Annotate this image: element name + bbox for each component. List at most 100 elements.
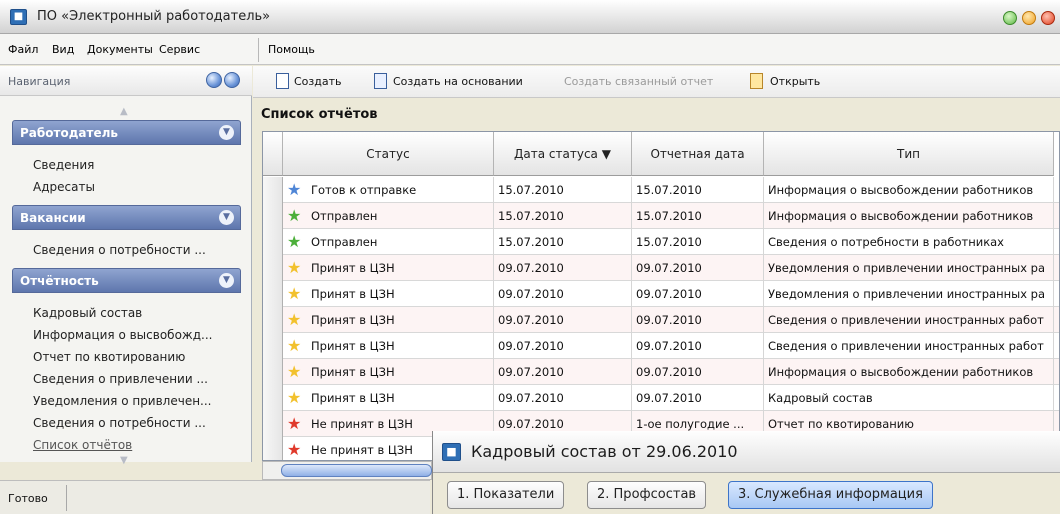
table-row[interactable]: ★ Отправлен 15.07.2010 15.07.2010 Информация…	[263, 203, 1059, 229]
nav-item-foreign-info[interactable]: Сведения о привлечении ...	[33, 372, 208, 386]
status-date-cell: 09.07.2010	[494, 281, 632, 307]
status-date-cell: 15.07.2010	[494, 203, 632, 229]
status-text: Готово	[8, 492, 48, 505]
status-accepted-star-icon: ★	[287, 388, 302, 407]
table-row[interactable]: ★ Принят в ЦЗН 09.07.2010 09.07.2010 Информа…	[263, 359, 1059, 385]
status-accepted-star-icon: ★	[287, 284, 302, 303]
type-cell: Кадровый состав	[764, 385, 1054, 411]
type-cell: Уведомления о привлечении иностранных ра	[764, 255, 1054, 281]
open-button[interactable]: Открыть	[770, 75, 820, 88]
nav-collapse-icon[interactable]	[206, 72, 222, 88]
menu-separator	[258, 38, 259, 62]
status-accepted-star-icon: ★	[287, 310, 302, 329]
dialog-title-bar: ■ Кадровый состав от 29.06.2010	[433, 431, 1060, 473]
row-header[interactable]	[263, 359, 283, 385]
status-date-cell: 09.07.2010	[494, 255, 632, 281]
nav-item-foreign-notice[interactable]: Уведомления о привлечен...	[33, 394, 212, 408]
report-date-cell: 09.07.2010	[632, 281, 764, 307]
column-header-type[interactable]: Тип	[764, 132, 1054, 176]
menu-view[interactable]: Вид	[52, 43, 74, 56]
column-header-status[interactable]: Статус	[283, 132, 494, 176]
nav-item-staff[interactable]: Кадровый состав	[33, 306, 142, 320]
create-linked-report-button[interactable]: Создать связанный отчет	[564, 75, 713, 88]
status-cell: ★ Принят в ЦЗН	[283, 255, 494, 281]
nav-item-vacancy-needs[interactable]: Сведения о потребности ...	[33, 243, 206, 257]
nav-item-release-info[interactable]: Информация о высвобожд...	[33, 328, 212, 342]
status-date-cell: 15.07.2010	[494, 177, 632, 203]
navigation-header: Навигация	[0, 66, 252, 96]
report-date-cell: 15.07.2010	[632, 229, 764, 255]
create-based-button[interactable]: Создать на основании	[393, 75, 523, 88]
column-header-report-date[interactable]: Отчетная дата	[632, 132, 764, 176]
chevron-down-icon[interactable]: ▼	[219, 125, 234, 140]
row-header[interactable]	[263, 229, 283, 255]
status-accepted-star-icon: ★	[287, 258, 302, 277]
nav-item-needs[interactable]: Сведения о потребности ...	[33, 416, 206, 430]
report-date-cell: 09.07.2010	[632, 255, 764, 281]
status-date-cell: 09.07.2010	[494, 385, 632, 411]
row-header[interactable]	[263, 437, 283, 460]
tab-professions[interactable]: 2. Профсостав	[587, 481, 707, 509]
maximize-button[interactable]	[1022, 11, 1036, 25]
chevron-down-icon[interactable]: ▼	[219, 273, 234, 288]
table-row[interactable]: ★ Принят в ЦЗН 09.07.2010 09.07.2010 Кадровы…	[263, 385, 1059, 411]
scroll-up-arrow-icon[interactable]: ▲	[120, 106, 128, 117]
row-header-corner	[263, 132, 283, 176]
menu-help[interactable]: Помощь	[268, 43, 315, 56]
nav-item-report-list[interactable]: Список отчётов	[33, 438, 132, 452]
table-row[interactable]: ★ Принят в ЦЗН 09.07.2010 09.07.2010 Сведени…	[263, 333, 1059, 359]
nav-item-details[interactable]: Сведения	[33, 158, 94, 172]
menu-documents[interactable]: Документы	[87, 43, 153, 56]
nav-group-reporting[interactable]: Отчётность ▼	[12, 268, 241, 293]
status-date-cell: 09.07.2010	[494, 333, 632, 359]
type-cell: Информация о высвобождении работников	[764, 203, 1054, 229]
scroll-down-arrow-icon[interactable]: ▼	[120, 455, 128, 466]
title-bar: ■ ПО «Электронный работодатель»	[0, 0, 1060, 34]
create-based-icon	[374, 73, 387, 89]
status-cell: ★ Принят в ЦЗН	[283, 281, 494, 307]
create-icon	[276, 73, 289, 89]
main-window: ■ ПО «Электронный работодатель» Файл Вид…	[0, 0, 1060, 514]
menu-file[interactable]: Файл	[8, 43, 38, 56]
row-header[interactable]	[263, 255, 283, 281]
status-text: Принят в ЦЗН	[311, 261, 395, 275]
nav-item-recipients[interactable]: Адресаты	[33, 180, 95, 194]
row-header[interactable]	[263, 333, 283, 359]
status-text: Не принят в ЦЗН	[311, 443, 413, 457]
row-header[interactable]	[263, 385, 283, 411]
type-cell: Сведения о привлечении иностранных работ	[764, 333, 1054, 359]
status-cell: ★ Принят в ЦЗН	[283, 333, 494, 359]
row-header[interactable]	[263, 411, 283, 437]
report-date-cell: 15.07.2010	[632, 177, 764, 203]
nav-group-employer[interactable]: Работодатель ▼	[12, 120, 241, 145]
chevron-down-icon[interactable]: ▼	[219, 210, 234, 225]
table-row[interactable]: ★ Принят в ЦЗН 09.07.2010 09.07.2010 Уведомл…	[263, 255, 1059, 281]
status-date-cell: 09.07.2010	[494, 359, 632, 385]
scrollbar-thumb[interactable]	[281, 464, 432, 477]
status-cell: ★ Отправлен	[283, 203, 494, 229]
status-rejected-star-icon: ★	[287, 414, 302, 433]
table-row[interactable]: ★ Принят в ЦЗН 09.07.2010 09.07.2010 Уведомл…	[263, 281, 1059, 307]
nav-item-quota[interactable]: Отчет по квотированию	[33, 350, 185, 364]
row-header[interactable]	[263, 307, 283, 333]
table-row[interactable]: ★ Готов к отправке 15.07.2010 15.07.2010 Инф…	[263, 177, 1059, 203]
table-row[interactable]: ★ Отправлен 15.07.2010 15.07.2010 Сведения о…	[263, 229, 1059, 255]
nav-group-vacancies[interactable]: Вакансии ▼	[12, 205, 241, 230]
minimize-button[interactable]	[1003, 11, 1017, 25]
app-icon: ■	[10, 9, 27, 25]
row-header[interactable]	[263, 177, 283, 203]
report-table: Статус Дата статуса ▼ Отчетная дата Тип …	[262, 131, 1060, 461]
create-button[interactable]: Создать	[294, 75, 342, 88]
tab-service-info[interactable]: 3. Служебная информация	[728, 481, 933, 509]
menu-service[interactable]: Сервис	[159, 43, 200, 56]
tab-indicators[interactable]: 1. Показатели	[447, 481, 565, 509]
status-cell: ★ Готов к отправке	[283, 177, 494, 203]
nav-expand-icon[interactable]	[224, 72, 240, 88]
close-button[interactable]	[1041, 11, 1055, 25]
column-header-status-date[interactable]: Дата статуса ▼	[494, 132, 632, 176]
row-header[interactable]	[263, 281, 283, 307]
row-header[interactable]	[263, 203, 283, 229]
table-row[interactable]: ★ Принят в ЦЗН 09.07.2010 09.07.2010 Сведени…	[263, 307, 1059, 333]
status-cell: ★ Принят в ЦЗН	[283, 359, 494, 385]
status-cell: ★ Принят в ЦЗН	[283, 307, 494, 333]
